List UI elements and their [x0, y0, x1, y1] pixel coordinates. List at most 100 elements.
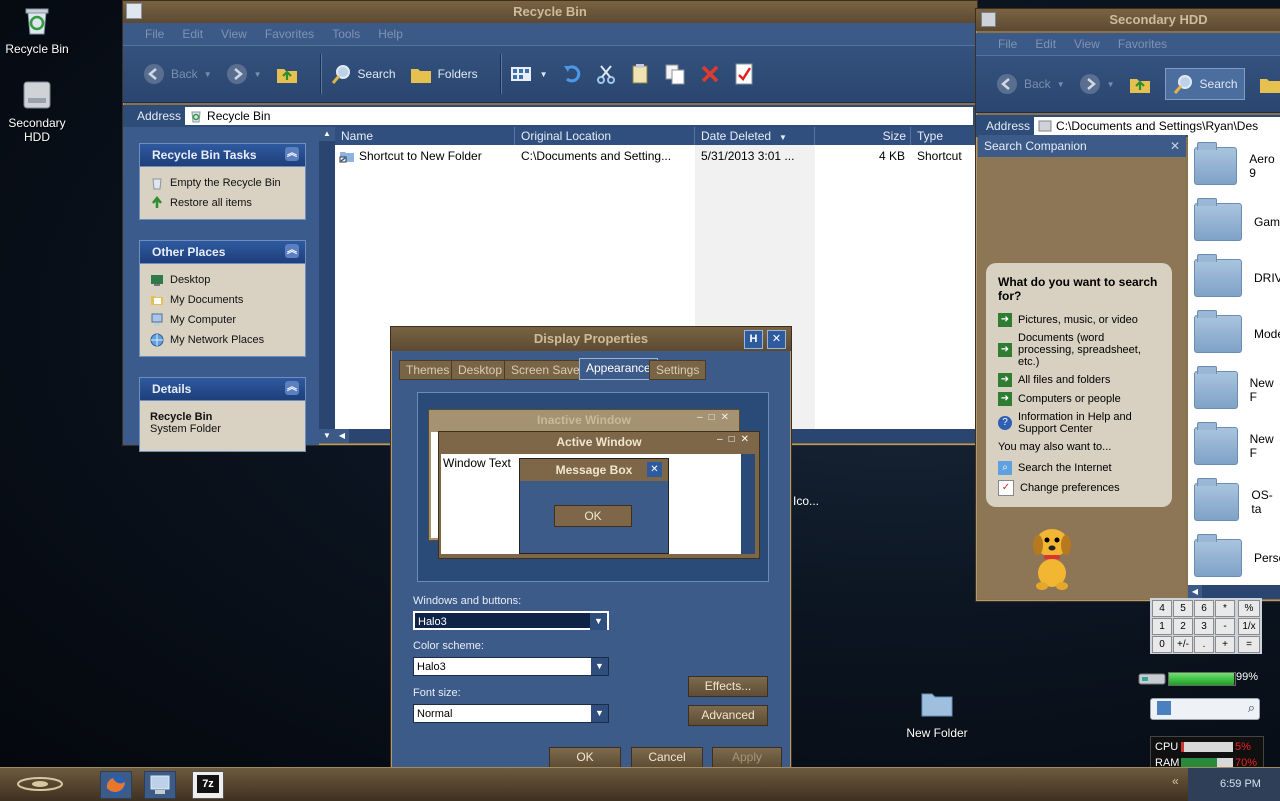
close-pane-icon[interactable]: ✕ [1170, 135, 1180, 157]
menu-edit[interactable]: Edit [1035, 37, 1056, 51]
taskbar-7zip[interactable]: 7z [192, 771, 224, 799]
hdd-horizontal-scrollbar[interactable]: ◀ [1188, 585, 1280, 599]
taskbar-explorer[interactable] [144, 771, 176, 799]
calc-key[interactable]: - [1215, 618, 1235, 635]
views-button[interactable]: ▼ [510, 65, 548, 83]
search-option-help[interactable]: ? Information in Help and Support Center [998, 411, 1160, 435]
menu-favorites[interactable]: Favorites [1118, 37, 1167, 51]
undo-button[interactable] [562, 64, 582, 84]
tab-desktop[interactable]: Desktop [451, 360, 510, 380]
search-option-all-files[interactable]: ➜ All files and folders [998, 373, 1160, 387]
scroll-down-arrow-icon[interactable]: ▼ [319, 429, 335, 443]
details-group-header[interactable]: Details ︽ [139, 377, 306, 401]
search-button[interactable]: Search [330, 63, 396, 85]
menu-tools[interactable]: Tools [332, 27, 360, 41]
calc-key[interactable]: 2 [1173, 618, 1193, 635]
search-button[interactable]: Search [1164, 68, 1245, 100]
calc-key[interactable]: = [1238, 636, 1260, 653]
table-row[interactable]: Shortcut to New Folder C:\Documents and … [335, 147, 975, 165]
search-option-pictures[interactable]: ➜ Pictures, music, or video [998, 313, 1160, 327]
calc-key[interactable]: % [1238, 600, 1260, 617]
help-button[interactable]: H [744, 330, 763, 349]
search-option-documents[interactable]: ➜ Documents (word processing, spreadsheet… [998, 332, 1160, 368]
delete-button[interactable] [700, 64, 720, 84]
system-clock[interactable]: 6:59 PM [1188, 768, 1280, 801]
list-item[interactable]: Model [1194, 310, 1280, 353]
search-magnifier-icon[interactable]: ⌕ [1248, 700, 1255, 716]
menu-help[interactable]: Help [378, 27, 403, 41]
calc-key[interactable]: 5 [1173, 600, 1193, 617]
calc-key[interactable]: 6 [1194, 600, 1214, 617]
start-button[interactable] [14, 774, 66, 794]
paste-button[interactable] [664, 63, 686, 85]
change-preferences-option[interactable]: ✓ Change preferences [998, 480, 1160, 496]
list-item[interactable]: Aero 9 [1194, 142, 1280, 185]
list-item[interactable]: OS-ta [1194, 478, 1280, 521]
tab-appearance[interactable]: Appearance [579, 358, 658, 380]
up-folder-button[interactable] [276, 64, 298, 84]
advanced-button[interactable]: Advanced [688, 705, 768, 726]
tab-themes[interactable]: Themes [399, 360, 457, 380]
places-group-header[interactable]: Other Places ︽ [139, 240, 306, 264]
menu-view[interactable]: View [221, 27, 247, 41]
chevron-down-icon[interactable]: ▼ [590, 613, 607, 630]
menu-favorites[interactable]: Favorites [265, 27, 314, 41]
menu-view[interactable]: View [1074, 37, 1100, 51]
calc-key[interactable]: + [1215, 636, 1235, 653]
cancel-button[interactable]: Cancel [631, 747, 703, 768]
search-internet-option[interactable]: ⌕ Search the Internet [998, 461, 1160, 475]
collapse-icon[interactable]: ︽ [285, 147, 299, 161]
column-date-deleted[interactable]: Date Deleted ▼ [695, 127, 815, 145]
calc-key[interactable]: 1 [1152, 618, 1172, 635]
menu-file[interactable]: File [145, 27, 164, 41]
folders-button[interactable]: Folders [410, 64, 478, 84]
menu-file[interactable]: File [998, 37, 1017, 51]
cut-button[interactable] [596, 64, 616, 84]
back-button[interactable]: Back ▼ [996, 73, 1065, 95]
list-item[interactable]: Game [1194, 198, 1280, 241]
color-scheme-select[interactable]: Halo3 ▼ [413, 657, 609, 676]
taskbar-firefox[interactable] [100, 771, 132, 799]
show-hidden-icons-chevron[interactable]: « [1172, 774, 1179, 788]
effects-button[interactable]: Effects... [688, 676, 768, 697]
display-titlebar[interactable]: Display Properties H ✕ [391, 327, 791, 351]
forward-button[interactable]: ▼ [226, 63, 262, 85]
windows-buttons-select[interactable]: Halo3 ▼ [413, 611, 609, 630]
font-size-select[interactable]: Normal ▼ [413, 704, 609, 723]
chevron-down-icon[interactable]: ▼ [591, 658, 608, 675]
place-my-computer[interactable]: My Computer [150, 310, 295, 330]
desktop-icon-secondary-hdd[interactable]: Secondary HDD [0, 78, 74, 144]
collapse-icon[interactable]: ︽ [285, 244, 299, 258]
tab-settings[interactable]: Settings [649, 360, 707, 380]
column-type[interactable]: Type [911, 127, 975, 145]
task-restore-all[interactable]: Restore all items [150, 193, 295, 213]
calc-key[interactable]: 0 [1152, 636, 1172, 653]
back-button[interactable]: Back ▼ [143, 63, 212, 85]
place-desktop[interactable]: Desktop [150, 270, 295, 290]
folders-button[interactable] [1259, 74, 1280, 94]
search-dog-assistant[interactable] [1026, 523, 1078, 591]
menu-edit[interactable]: Edit [182, 27, 203, 41]
scroll-left-arrow-icon[interactable]: ◀ [335, 429, 349, 443]
calc-key[interactable]: +/- [1173, 636, 1193, 653]
forward-button[interactable]: ▼ [1079, 73, 1115, 95]
list-item[interactable]: New F [1194, 366, 1280, 409]
calc-key[interactable]: 3 [1194, 618, 1214, 635]
column-original-location[interactable]: Original Location [515, 127, 695, 145]
chevron-down-icon[interactable]: ▼ [591, 705, 608, 722]
apply-button[interactable]: Apply [712, 747, 782, 768]
scroll-up-arrow-icon[interactable]: ▲ [319, 127, 335, 141]
properties-button[interactable] [734, 63, 754, 85]
pane-scrollbar[interactable]: ▲ ▼ [319, 127, 335, 443]
list-item[interactable]: Perso [1194, 534, 1280, 577]
list-item[interactable]: DRIVE [1194, 254, 1280, 297]
column-size[interactable]: Size [815, 127, 911, 145]
up-folder-button[interactable] [1129, 74, 1151, 94]
search-gadget[interactable]: ⌕ [1150, 698, 1260, 720]
hdd-address-input[interactable]: C:\Documents and Settings\Ryan\Des [1034, 117, 1280, 135]
place-my-documents[interactable]: My Documents [150, 290, 295, 310]
list-item[interactable]: New F [1194, 422, 1280, 465]
calc-key[interactable]: 1/x [1238, 618, 1260, 635]
desktop-icon-recycle-bin[interactable]: Recycle Bin [0, 4, 74, 56]
close-button[interactable]: ✕ [767, 330, 786, 349]
